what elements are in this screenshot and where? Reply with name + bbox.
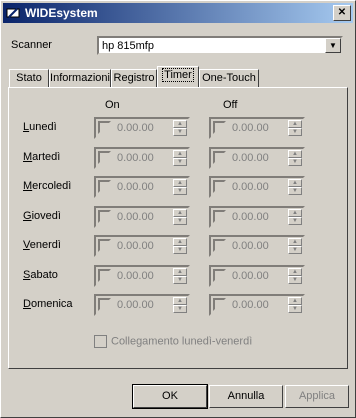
spin-up-icon[interactable]: ▲ xyxy=(288,238,302,246)
on-time-value: 0.00.00 xyxy=(117,211,154,223)
scanner-label: Scanner xyxy=(11,39,52,51)
spin-down-icon[interactable]: ▼ xyxy=(173,187,187,195)
spin-up-icon[interactable]: ▲ xyxy=(288,209,302,217)
off-time-spinner[interactable]: 0.00.00 ▲ ▼ xyxy=(209,235,305,257)
on-time-spinner[interactable]: 0.00.00 ▲ ▼ xyxy=(94,147,190,169)
day-label: Mercoledì xyxy=(23,180,72,192)
on-time-value: 0.00.00 xyxy=(117,181,154,193)
off-time-spinner[interactable]: 0.00.00 ▲ ▼ xyxy=(209,206,305,228)
off-time-value: 0.00.00 xyxy=(232,181,269,193)
day-label: Domenica xyxy=(23,298,73,310)
on-enable-checkbox[interactable] xyxy=(98,121,111,134)
spin-up-icon[interactable]: ▲ xyxy=(288,268,302,276)
dialog-window: WIDEsystem ✕ Scanner hp 815mfp ▼ Stato I… xyxy=(0,0,356,418)
spin-up-icon[interactable]: ▲ xyxy=(173,297,187,305)
scanner-select[interactable]: hp 815mfp ▼ xyxy=(97,36,343,55)
spin-up-icon[interactable]: ▲ xyxy=(173,268,187,276)
spin-up-icon[interactable]: ▲ xyxy=(288,297,302,305)
window-title: WIDEsystem xyxy=(25,6,98,20)
spin-up-icon[interactable]: ▲ xyxy=(288,150,302,158)
spin-down-icon[interactable]: ▼ xyxy=(288,158,302,166)
day-label: Sabato xyxy=(23,269,58,281)
day-label: Martedì xyxy=(23,151,61,163)
on-enable-checkbox[interactable] xyxy=(98,239,111,252)
scanner-value: hp 815mfp xyxy=(102,40,154,52)
checkbox-icon[interactable] xyxy=(94,335,107,348)
spin-down-icon[interactable]: ▼ xyxy=(173,276,187,284)
on-time-value: 0.00.00 xyxy=(117,152,154,164)
spin-up-icon[interactable]: ▲ xyxy=(173,209,187,217)
ok-button[interactable]: OK xyxy=(132,384,208,409)
spin-down-icon[interactable]: ▼ xyxy=(288,187,302,195)
spin-down-icon[interactable]: ▼ xyxy=(288,217,302,225)
off-time-value: 0.00.00 xyxy=(232,122,269,134)
on-time-spinner[interactable]: 0.00.00 ▲ ▼ xyxy=(94,176,190,198)
spin-down-icon[interactable]: ▼ xyxy=(173,217,187,225)
spin-down-icon[interactable]: ▼ xyxy=(288,276,302,284)
on-enable-checkbox[interactable] xyxy=(98,210,111,223)
on-time-spinner[interactable]: 0.00.00 ▲ ▼ xyxy=(94,206,190,228)
off-time-spinner[interactable]: 0.00.00 ▲ ▼ xyxy=(209,265,305,287)
spin-up-icon[interactable]: ▲ xyxy=(173,238,187,246)
tab-stato[interactable]: Stato xyxy=(9,69,49,87)
off-enable-checkbox[interactable] xyxy=(213,121,226,134)
off-time-spinner[interactable]: 0.00.00 ▲ ▼ xyxy=(209,176,305,198)
spin-up-icon[interactable]: ▲ xyxy=(288,179,302,187)
off-time-value: 0.00.00 xyxy=(232,299,269,311)
on-enable-checkbox[interactable] xyxy=(98,180,111,193)
cancel-button[interactable]: Annulla xyxy=(209,385,283,408)
spin-down-icon[interactable]: ▼ xyxy=(288,128,302,136)
off-enable-checkbox[interactable] xyxy=(213,151,226,164)
spin-down-icon[interactable]: ▼ xyxy=(288,305,302,313)
on-time-value: 0.00.00 xyxy=(117,270,154,282)
spin-up-icon[interactable]: ▲ xyxy=(288,120,302,128)
tab-timer[interactable]: Timer xyxy=(157,66,199,87)
on-time-value: 0.00.00 xyxy=(117,240,154,252)
on-enable-checkbox[interactable] xyxy=(98,298,111,311)
on-time-spinner[interactable]: 0.00.00 ▲ ▼ xyxy=(94,294,190,316)
spin-up-icon[interactable]: ▲ xyxy=(173,150,187,158)
on-time-spinner[interactable]: 0.00.00 ▲ ▼ xyxy=(94,235,190,257)
spin-down-icon[interactable]: ▼ xyxy=(173,158,187,166)
link-weekdays-checkbox[interactable]: Collegamento lunedì-venerdì xyxy=(94,335,252,348)
off-time-value: 0.00.00 xyxy=(232,240,269,252)
off-enable-checkbox[interactable] xyxy=(213,269,226,282)
off-time-value: 0.00.00 xyxy=(232,211,269,223)
spin-down-icon[interactable]: ▼ xyxy=(173,128,187,136)
day-label: Venerdì xyxy=(23,239,61,251)
on-column-header: On xyxy=(105,99,120,111)
spin-down-icon[interactable]: ▼ xyxy=(173,246,187,254)
off-time-value: 0.00.00 xyxy=(232,152,269,164)
off-enable-checkbox[interactable] xyxy=(213,239,226,252)
day-label: Giovedì xyxy=(23,210,61,222)
off-time-spinner[interactable]: 0.00.00 ▲ ▼ xyxy=(209,117,305,139)
on-enable-checkbox[interactable] xyxy=(98,269,111,282)
close-button[interactable]: ✕ xyxy=(333,5,351,21)
off-time-spinner[interactable]: 0.00.00 ▲ ▼ xyxy=(209,147,305,169)
spin-up-icon[interactable]: ▲ xyxy=(173,179,187,187)
title-bar[interactable]: WIDEsystem ✕ xyxy=(3,3,353,23)
on-time-spinner[interactable]: 0.00.00 ▲ ▼ xyxy=(94,265,190,287)
on-enable-checkbox[interactable] xyxy=(98,151,111,164)
off-enable-checkbox[interactable] xyxy=(213,180,226,193)
on-time-spinner[interactable]: 0.00.00 ▲ ▼ xyxy=(94,117,190,139)
off-enable-checkbox[interactable] xyxy=(213,298,226,311)
chevron-down-icon[interactable]: ▼ xyxy=(325,38,341,53)
on-time-value: 0.00.00 xyxy=(117,299,154,311)
app-icon xyxy=(6,8,20,18)
apply-button[interactable]: Applica xyxy=(285,385,349,408)
spin-down-icon[interactable]: ▼ xyxy=(173,305,187,313)
spin-up-icon[interactable]: ▲ xyxy=(173,120,187,128)
on-time-value: 0.00.00 xyxy=(117,122,154,134)
off-column-header: Off xyxy=(223,99,238,111)
tab-registro[interactable]: Registro xyxy=(111,69,157,87)
tab-one-touch[interactable]: One-Touch xyxy=(199,69,259,87)
off-enable-checkbox[interactable] xyxy=(213,210,226,223)
off-time-spinner[interactable]: 0.00.00 ▲ ▼ xyxy=(209,294,305,316)
day-label: Lunedì xyxy=(23,121,57,133)
tab-informazioni[interactable]: Informazioni xyxy=(49,69,111,87)
spin-down-icon[interactable]: ▼ xyxy=(288,246,302,254)
off-time-value: 0.00.00 xyxy=(232,270,269,282)
link-weekdays-label: Collegamento lunedì-venerdì xyxy=(111,335,253,348)
